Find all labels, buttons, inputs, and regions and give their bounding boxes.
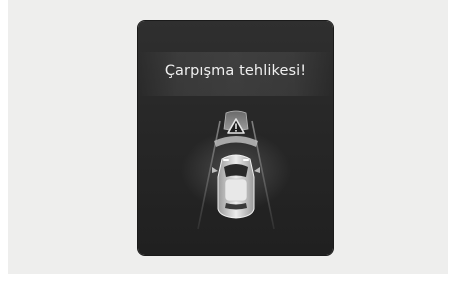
instrument-cluster-display: Çarpışma tehlikesi! [138,21,333,255]
collision-warning-message: Çarpışma tehlikesi! [164,63,307,79]
forward-collision-scene [181,110,291,230]
screen-background: Çarpışma tehlikesi! [8,0,448,274]
